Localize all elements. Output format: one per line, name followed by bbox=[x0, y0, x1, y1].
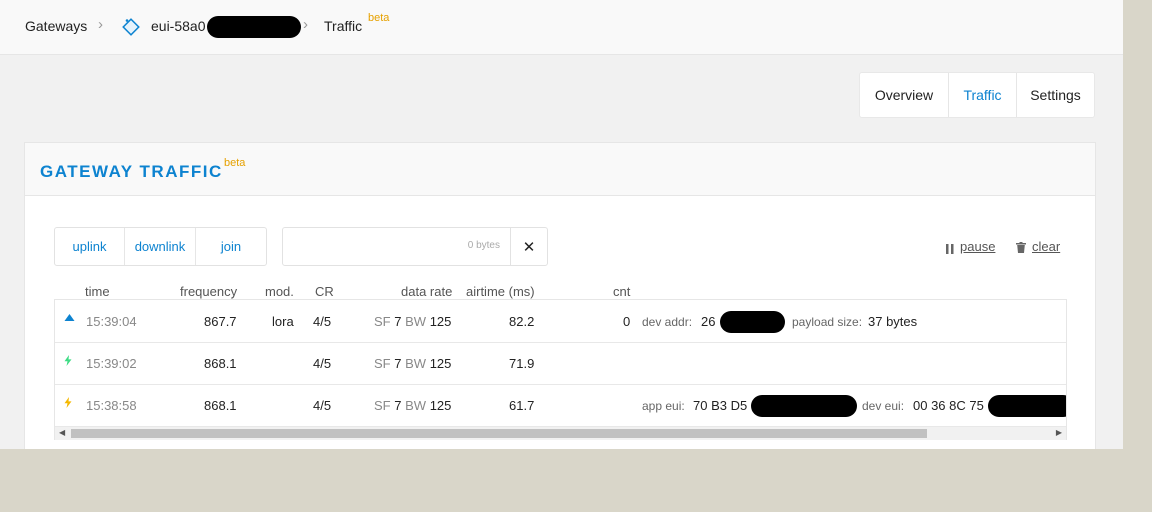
traffic-filter-group: uplink downlink join bbox=[54, 227, 267, 266]
scroll-left-icon[interactable]: ◀ bbox=[59, 428, 65, 437]
breadcrumb-gateways[interactable]: Gateways bbox=[25, 18, 87, 34]
dev-addr-label: dev addr: bbox=[642, 315, 693, 329]
cell-airtime: 71.9 bbox=[509, 356, 535, 371]
cell-frequency: 868.1 bbox=[204, 398, 237, 413]
cell-cr: 4/5 bbox=[313, 398, 332, 413]
tab-overview[interactable]: Overview bbox=[860, 73, 948, 117]
downlink-bolt-icon bbox=[64, 355, 72, 369]
column-modulation: mod. bbox=[265, 284, 294, 299]
cell-modulation: lora bbox=[272, 314, 294, 329]
redaction-mark bbox=[751, 395, 857, 417]
clear-button[interactable]: clear bbox=[1016, 239, 1060, 254]
close-icon: ✕ bbox=[522, 238, 536, 256]
horizontal-scrollbar[interactable]: ◀ ▶ bbox=[55, 427, 1066, 440]
app-window: Gateways › eui-58a0 › Traffic beta Overv… bbox=[0, 0, 1123, 449]
tab-settings[interactable]: Settings bbox=[1016, 73, 1094, 117]
filter-downlink-button[interactable]: downlink bbox=[124, 228, 195, 265]
beta-badge: beta bbox=[368, 12, 390, 24]
join-bolt-icon bbox=[64, 397, 72, 411]
byte-count: 0 bytes bbox=[467, 240, 500, 251]
column-time: time bbox=[85, 284, 110, 299]
redaction-mark bbox=[988, 395, 1066, 417]
pause-label: pause bbox=[960, 239, 996, 254]
gateway-icon bbox=[121, 17, 141, 37]
gateway-traffic-panel: GATEWAY TRAFFIC beta uplink downlink joi… bbox=[24, 142, 1096, 449]
scrollbar-thumb[interactable] bbox=[71, 429, 927, 438]
column-cnt: cnt bbox=[613, 284, 631, 299]
cell-frequency: 868.1 bbox=[204, 356, 237, 371]
filter-uplink-button[interactable]: uplink bbox=[55, 228, 124, 265]
cell-airtime: 61.7 bbox=[509, 398, 535, 413]
panel-title: GATEWAY TRAFFIC bbox=[40, 162, 223, 181]
beta-badge: beta bbox=[224, 157, 246, 169]
dev-eui-label: dev eui: bbox=[862, 399, 905, 413]
cell-cr: 4/5 bbox=[313, 356, 332, 371]
app-eui-label: app eui: bbox=[642, 399, 685, 413]
dev-eui-value: 00 36 8C 75 bbox=[913, 398, 984, 413]
dev-addr-value: 26 bbox=[701, 314, 716, 329]
column-frequency: frequency bbox=[180, 284, 238, 299]
redaction-mark bbox=[207, 16, 301, 38]
cell-data-rate: SF 7 BW 125 bbox=[374, 398, 452, 413]
breadcrumb-gateway-id[interactable]: eui-58a0 bbox=[151, 18, 206, 34]
payload-size-value: 37 bytes bbox=[868, 314, 918, 329]
scroll-right-icon[interactable]: ▶ bbox=[1056, 428, 1062, 437]
tab-bar: Overview Traffic Settings bbox=[859, 72, 1095, 118]
redaction-mark bbox=[720, 311, 785, 333]
column-cr: CR bbox=[315, 284, 334, 299]
breadcrumb: Gateways › eui-58a0 › Traffic beta bbox=[0, 0, 1123, 55]
pause-button[interactable]: pause bbox=[946, 239, 995, 254]
panel-header: GATEWAY TRAFFIC beta bbox=[25, 143, 1095, 196]
pause-icon bbox=[946, 242, 954, 254]
payload-size-label: payload size: bbox=[792, 315, 863, 329]
chevron-right-icon: › bbox=[98, 16, 103, 33]
filter-join-button[interactable]: join bbox=[195, 228, 266, 265]
column-airtime: airtime (ms) bbox=[466, 284, 535, 299]
filter-input[interactable]: 0 bytes ✕ bbox=[282, 227, 548, 266]
cell-data-rate: SF 7 BW 125 bbox=[374, 314, 452, 329]
cell-airtime: 82.2 bbox=[509, 314, 535, 329]
cell-frequency: 867.7 bbox=[204, 314, 237, 329]
tab-traffic[interactable]: Traffic bbox=[948, 73, 1016, 117]
uplink-arrow-icon bbox=[64, 313, 75, 325]
traffic-table: 15:39:04 867.7 lora 4/5 SF 7 BW 125 82.2… bbox=[54, 299, 1067, 440]
table-row[interactable]: 15:38:58 868.1 4/5 SF 7 BW 125 61.7 app … bbox=[55, 384, 1066, 427]
clear-filter-button[interactable]: ✕ bbox=[510, 228, 547, 265]
trash-icon bbox=[1016, 241, 1026, 253]
column-data-rate: data rate bbox=[401, 284, 453, 299]
cell-time: 15:38:58 bbox=[86, 398, 137, 413]
cell-cnt: 0 bbox=[623, 314, 631, 329]
table-row[interactable]: 15:39:04 867.7 lora 4/5 SF 7 BW 125 82.2… bbox=[55, 300, 1066, 343]
cell-data-rate: SF 7 BW 125 bbox=[374, 356, 452, 371]
breadcrumb-traffic: Traffic bbox=[324, 18, 363, 34]
cell-time: 15:39:04 bbox=[86, 314, 137, 329]
chevron-right-icon: › bbox=[303, 16, 308, 33]
cell-cr: 4/5 bbox=[313, 314, 332, 329]
clear-label: clear bbox=[1032, 239, 1061, 254]
table-row[interactable]: 15:39:02 868.1 4/5 SF 7 BW 125 71.9 bbox=[55, 342, 1066, 385]
cell-time: 15:39:02 bbox=[86, 356, 137, 371]
app-eui-value: 70 B3 D5 bbox=[693, 398, 748, 413]
